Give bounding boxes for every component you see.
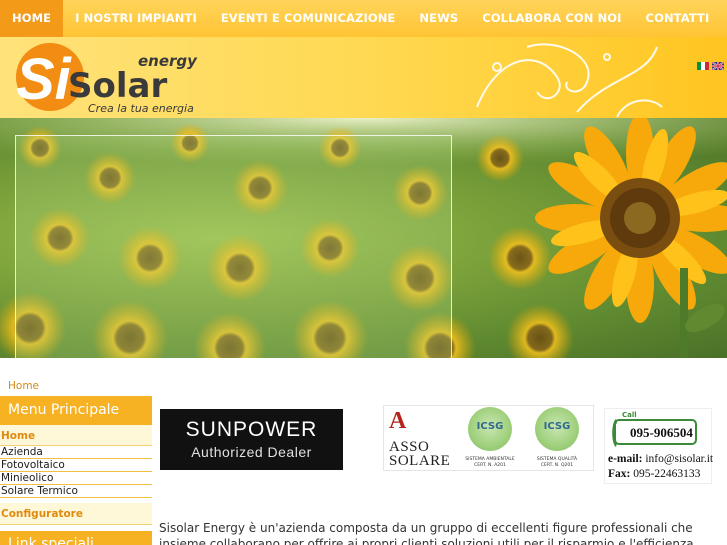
email-line: e-mail: info@sisolar.it <box>608 453 713 465</box>
nav-home[interactable]: HOME <box>0 0 64 37</box>
certifications-panel[interactable]: A ASSO SOLARE ICSG SISTEMA AMBIENTALE CE… <box>383 405 594 471</box>
it-flag-icon[interactable] <box>697 62 709 70</box>
nav-contacts[interactable]: CONTATTI <box>634 0 722 37</box>
sidebar-item-home[interactable]: Home <box>0 425 152 446</box>
intro-paragraph: Sisolar Energy è un'azienda composta da … <box>159 521 694 545</box>
logo-mark: Si <box>16 47 73 112</box>
hero-banner <box>0 118 727 358</box>
top-navigation: HOME I NOSTRI IMPIANTI EVENTI E COMUNICA… <box>0 0 727 37</box>
asso-solare-logo: A ASSO SOLARE <box>387 408 457 470</box>
nav-events[interactable]: EVENTI E COMUNICAZIONE <box>209 0 408 37</box>
nav-news[interactable]: NEWS <box>407 0 470 37</box>
phone-box: 095-906504 <box>614 419 697 445</box>
email-label: e-mail: <box>608 453 643 465</box>
icsg-quality-seal: ICSG SISTEMA QUALITÀ CERT. N. Q201 <box>526 407 588 471</box>
breadcrumb[interactable]: Home <box>8 380 39 392</box>
menu-title-special-links: Link speciali <box>0 531 152 545</box>
sunpower-tagline: Authorized Dealer <box>191 444 312 460</box>
fax-label: Fax: <box>608 468 631 480</box>
nav-collaborate[interactable]: COLLABORA CON NOI <box>470 0 633 37</box>
logo[interactable]: Si Solar energy Crea la tua energia <box>8 37 198 118</box>
asso-line2: SOLARE <box>389 453 451 469</box>
sidebar-item-solare-termico[interactable]: Solare Termico <box>0 485 152 498</box>
sunpower-brand: SUNPOWER <box>185 418 318 441</box>
icsg-caption: SISTEMA QUALITÀ <box>536 457 578 462</box>
phone-number[interactable]: 095-906504 <box>630 425 693 441</box>
sidebar-item-minieolico[interactable]: Minieolico <box>0 472 152 485</box>
icsg-environment-seal: ICSG SISTEMA AMBIENTALE CERT. N. A201 <box>459 407 521 471</box>
icsg-cert-number: CERT. N. Q201 <box>540 463 574 468</box>
language-switcher <box>697 62 724 70</box>
sidebar-menu: Menu Principale Home Azienda Fotovoltaic… <box>0 396 152 545</box>
logo-sub: energy <box>138 52 198 70</box>
fax-number: 095-22463133 <box>633 468 701 480</box>
contact-box[interactable]: Call 095-906504 e-mail: info@sisolar.it … <box>604 408 713 484</box>
decorative-swirl <box>476 43 663 118</box>
logo-brand: Solar <box>68 66 167 106</box>
en-flag-icon[interactable] <box>712 62 724 70</box>
header: Si Solar energy Crea la tua energia <box>0 37 727 118</box>
call-label: Call <box>622 411 637 419</box>
sidebar-item-configuratore[interactable]: Configuratore <box>0 503 152 525</box>
banner-slideshow-frame[interactable] <box>15 135 452 358</box>
icsg-caption: SISTEMA AMBIENTALE <box>465 457 515 462</box>
sidebar-item-fotovoltaico[interactable]: Fotovoltaico <box>0 459 152 472</box>
fax-line: Fax: 095-22463133 <box>608 468 700 480</box>
menu-title: Menu Principale <box>0 396 152 425</box>
icsg-seal-label: ICSG <box>476 421 504 432</box>
sunpower-dealer-badge[interactable]: SUNPOWER Authorized Dealer <box>160 409 343 470</box>
icsg-cert-number: CERT. N. A201 <box>474 463 506 468</box>
nav-our-plants[interactable]: I NOSTRI IMPIANTI <box>63 0 209 37</box>
asso-a-icon: A <box>389 408 407 434</box>
icsg-seal-label: ICSG <box>543 421 571 432</box>
logo-tagline: Crea la tua energia <box>88 102 194 115</box>
sidebar-item-azienda[interactable]: Azienda <box>0 446 152 459</box>
email-address[interactable]: info@sisolar.it <box>645 453 713 465</box>
